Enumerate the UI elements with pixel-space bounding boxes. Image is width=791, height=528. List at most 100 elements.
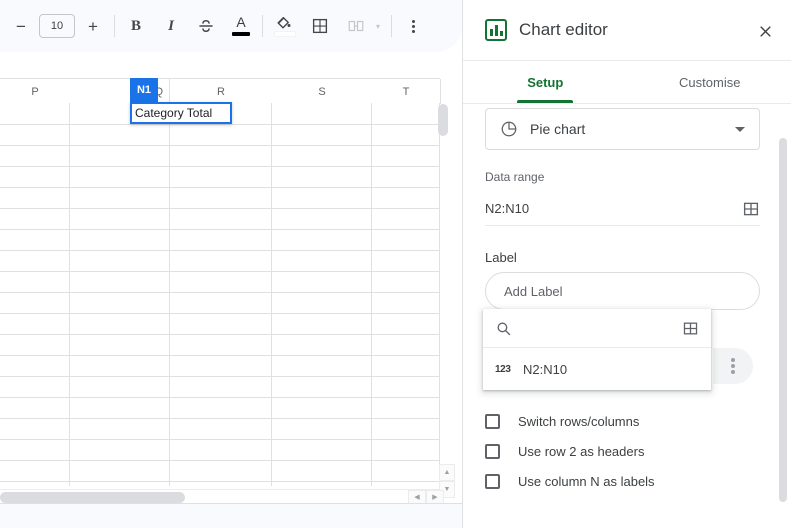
column-header-r[interactable]: R [170,79,273,104]
grid-row-line [0,271,440,272]
label-section-label: Label [485,250,517,265]
grid-row-line [0,481,440,482]
grid-row-line [0,229,440,230]
checkbox-box[interactable] [485,413,500,429]
grid-row-line [0,187,440,188]
sheet-horizontal-scroll-thumb[interactable] [0,492,185,503]
chart-editor-scrollbar[interactable] [777,130,789,510]
font-size-value: 10 [50,20,64,32]
checkbox-use-row-2-as-headers[interactable]: Use row 2 as headers [485,436,760,466]
tab-setup-label: Setup [527,74,564,90]
data-range-row: N2:N10 [485,192,760,226]
data-range-value[interactable]: N2:N10 [485,201,742,216]
strikethrough-icon [199,20,213,32]
close-button[interactable] [750,16,780,46]
spreadsheet-pane: − 10 + B I A ▾ P Q R S T N1 Category Tot… [0,0,462,528]
merge-cells-dropdown-arrow[interactable]: ▾ [371,11,385,41]
checkbox-use-column-n-as-labels-label: Use column N as labels [518,473,655,489]
more-vert-icon [411,19,415,33]
dropdown-search-input[interactable] [519,309,669,347]
checkbox-use-row-2-as-headers-label: Use row 2 as headers [518,443,645,459]
column-header-label: R [217,85,225,98]
strikethrough-button[interactable] [191,11,221,41]
borders-icon [312,18,328,34]
spreadsheet-grid[interactable] [0,103,440,486]
text-color-button[interactable]: A [226,11,256,41]
checkbox-box[interactable] [485,443,500,459]
decrease-font-size-button[interactable]: − [6,11,36,41]
tab-customise[interactable]: Customise [628,61,791,103]
checkbox-switch-rows-columns-label: Switch rows/columns [518,413,640,429]
dropdown-item-range[interactable]: 123 N2:N10 [483,348,711,390]
toolbar-divider-2 [262,15,263,37]
tab-setup[interactable]: Setup [463,61,628,103]
sheet-scroll-right-button[interactable]: ▶ [426,490,444,504]
column-header-p[interactable]: P [0,79,71,104]
bold-button[interactable]: B [121,11,151,41]
cell-editor[interactable]: Category Total [130,102,232,124]
grid-row-line [0,292,440,293]
dropdown-item-label: N2:N10 [523,361,568,377]
font-size-input[interactable]: 10 [39,14,75,38]
grid-row-line [0,208,440,209]
label-more-options-button[interactable] [713,348,753,384]
search-icon [497,322,511,335]
close-icon [759,25,771,37]
bar-chart-icon [485,19,507,41]
grid-row-line [0,334,440,335]
tab-customise-label: Customise [679,74,741,90]
increase-font-size-button[interactable]: + [78,11,108,41]
more-vert-icon [731,358,735,374]
sheet-scroll-left-button[interactable]: ◀ [408,490,426,504]
grid-column-line [371,103,372,486]
plus-icon: + [88,16,98,36]
column-header-label: T [402,85,410,98]
sheet-scroll-up-button[interactable]: ▲ [439,464,455,481]
grid-row-line [0,145,440,146]
grid-column-line [69,103,70,486]
resize-corner [780,516,790,526]
fill-color-button[interactable] [269,11,299,41]
google-sheets-chart-editor-screen: − 10 + B I A ▾ P Q R S T N1 Category Tot… [0,0,791,528]
chart-editor-tabs: Setup Customise [463,61,791,104]
numeric-type-icon: 123 [495,363,511,375]
column-header-label: S [318,85,326,98]
borders-button[interactable] [305,11,335,41]
chart-editor-header: Chart editor [463,0,791,61]
chart-editor-scroll-thumb[interactable] [779,138,787,502]
data-range-label: Data range [485,170,545,184]
italic-button[interactable]: I [156,11,186,41]
column-header-s[interactable]: S [272,79,373,104]
grid-row-line [0,355,440,356]
select-range-icon[interactable] [682,320,699,337]
grid-row-line [0,124,440,125]
formatting-toolbar: − 10 + B I A ▾ [0,0,462,52]
select-range-icon[interactable] [742,200,760,218]
checkbox-box[interactable] [485,473,500,489]
column-header-row: PQRST [0,78,441,105]
fill-color-icon [273,15,296,37]
add-label-button[interactable]: Add Label [485,272,760,310]
text-color-icon: A [231,14,251,37]
grid-row-line [0,439,440,440]
active-cell-badge: N1 [130,78,158,102]
grid-column-line [169,103,170,486]
sheet-vertical-scroll-thumb[interactable] [438,104,448,136]
sheet-bottom-bar [0,503,462,528]
pie-chart-icon [501,121,517,137]
sheet-vertical-scrollbar[interactable] [432,100,454,458]
sheet-horizontal-scrollbar[interactable] [0,489,440,504]
fill-color-swatch [274,31,296,37]
label-range-dropdown: 123 N2:N10 [483,309,711,390]
column-header-t[interactable]: T [372,79,441,104]
more-options-button[interactable] [398,11,428,41]
chart-type-select[interactable]: Pie chart [485,108,760,150]
grid-row-line [0,250,440,251]
italic-icon: I [168,17,174,34]
chevron-down-icon [735,126,745,132]
grid-row-line [0,460,440,461]
checkbox-use-column-n-as-labels[interactable]: Use column N as labels [485,466,760,496]
grid-row-line [0,376,440,377]
merge-cells-button[interactable] [341,11,371,41]
checkbox-switch-rows-columns[interactable]: Switch rows/columns [485,406,760,436]
